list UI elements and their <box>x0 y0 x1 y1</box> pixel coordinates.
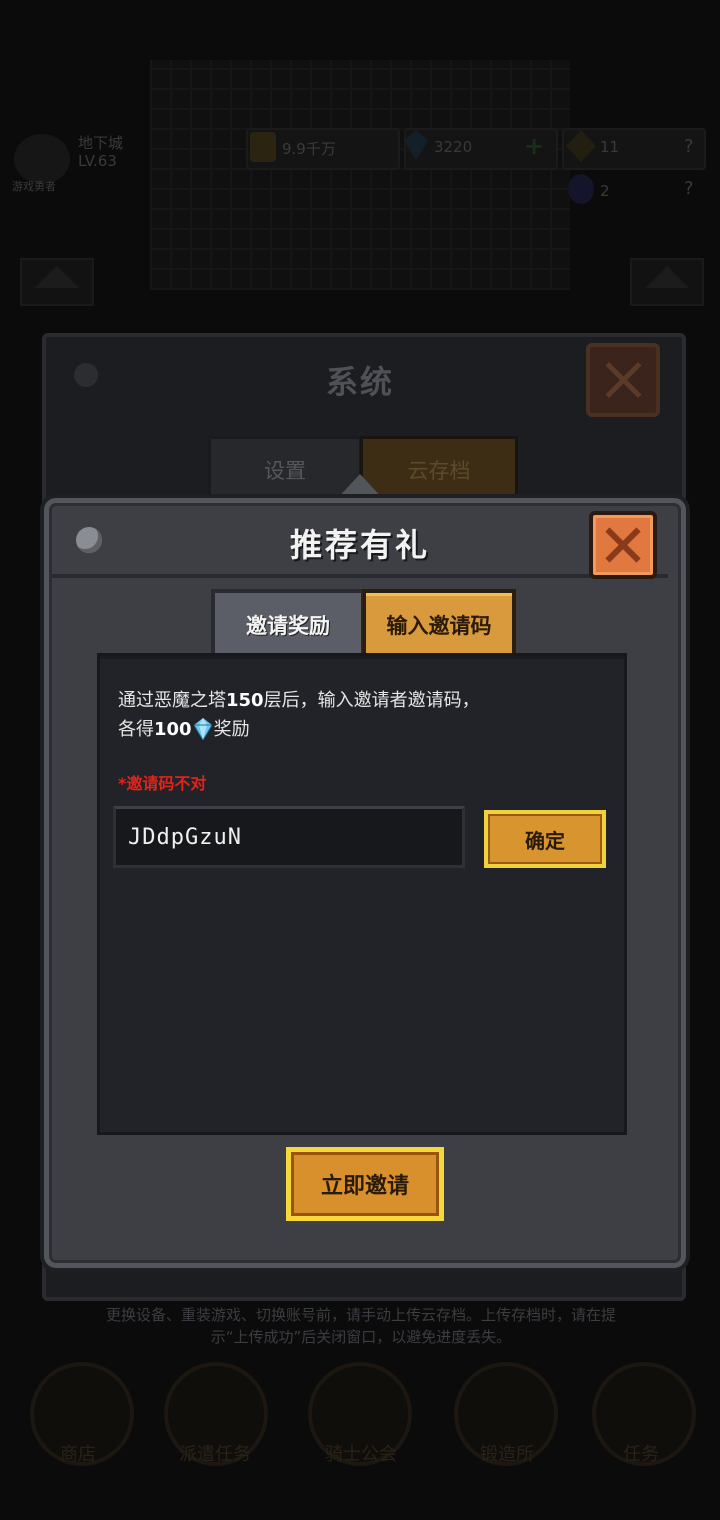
add-gems-button[interactable]: + <box>524 132 544 160</box>
player-level: LV.63 <box>78 152 117 170</box>
close-button[interactable] <box>589 511 657 579</box>
desc-text: 通过恶魔之塔 <box>118 690 226 711</box>
desc-text: 奖励 <box>213 719 250 740</box>
blue-gem-icon <box>193 718 212 740</box>
tab-invite-reward[interactable]: 邀请奖励 <box>211 589 365 657</box>
gold-coin-icon <box>250 132 276 162</box>
system-close-button[interactable] <box>586 343 660 417</box>
potion-amount: 2 <box>600 182 610 200</box>
invite-now-button[interactable]: 立即邀请 <box>286 1147 444 1221</box>
cloud-save-note: 更换设备、重装游戏、切换账号前，请手动上传云存档。上传存档时，请在提示“上传成功… <box>105 1306 616 1346</box>
desc-text: 各得 <box>118 719 154 740</box>
desc-text: 层后，输入邀请者邀请码， <box>263 690 480 711</box>
nav-label-guild: 骑士公会 <box>325 1444 397 1465</box>
player-avatar <box>14 134 70 184</box>
description-line-1: 通过恶魔之塔150层后，输入邀请者邀请码， <box>118 686 598 715</box>
potion-icon <box>568 174 594 204</box>
invite-code-input[interactable] <box>113 806 465 868</box>
dungeon-map <box>150 60 570 290</box>
reward-amount: 100 <box>154 719 192 740</box>
tab-enter-invite-code[interactable]: 输入邀请码 <box>362 589 516 657</box>
nav-label-dispatch: 派遣任务 <box>179 1444 251 1465</box>
floor-up-button-left[interactable] <box>20 258 94 306</box>
floor-up-button-right[interactable] <box>630 258 704 306</box>
nav-label-shop: 商店 <box>60 1444 96 1465</box>
player-name: 地下城 <box>78 134 124 152</box>
nav-label-quest: 任务 <box>623 1444 659 1465</box>
invite-description: 通过恶魔之塔150层后，输入邀请者邀请码， 各得100 奖励 <box>118 686 598 744</box>
description-line-2: 各得100 奖励 <box>118 715 598 744</box>
dialog-header-divider <box>52 574 668 578</box>
help-icon[interactable]: ? <box>684 136 694 157</box>
gold-amount: 9.9千万 <box>282 140 336 158</box>
player-tag: 游戏勇者 <box>12 180 56 193</box>
tower-floor-number: 150 <box>226 690 264 711</box>
key-amount: 11 <box>600 138 620 156</box>
gem-amount: 3220 <box>434 138 473 156</box>
help-icon-2[interactable]: ? <box>684 178 694 199</box>
nav-label-forge: 锻造所 <box>480 1444 534 1465</box>
confirm-button[interactable]: 确定 <box>484 810 606 868</box>
invalid-code-error: *邀请码不对 <box>118 774 207 793</box>
